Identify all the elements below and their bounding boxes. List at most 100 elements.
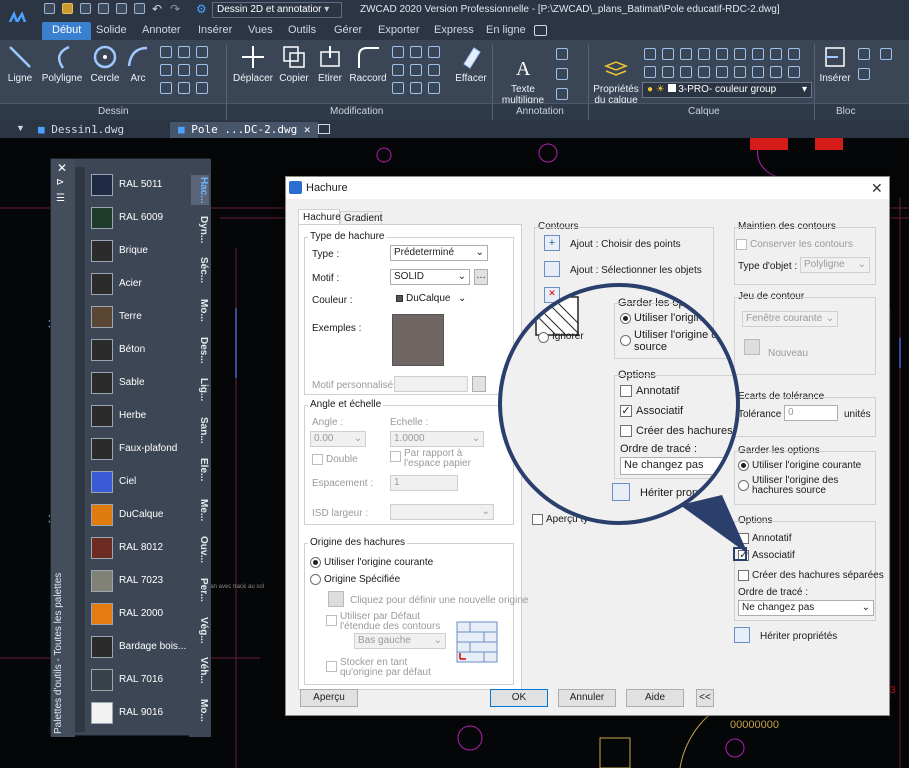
new-tab-icon[interactable] <box>318 124 330 134</box>
select-objects-label[interactable]: Ajout : Sélectionner les objets <box>570 265 702 276</box>
palette-tab[interactable]: Me... <box>191 495 209 525</box>
new-file-icon[interactable] <box>44 3 55 14</box>
boundary-icon[interactable] <box>160 82 172 94</box>
inherit-zoom-icon[interactable] <box>612 483 630 501</box>
undo-icon[interactable]: ↶ <box>152 2 162 16</box>
tab-debut[interactable]: Début <box>42 22 92 40</box>
doc-tab-pole[interactable]: ■ Pole ...DC-2.dwg ✕ <box>170 122 319 138</box>
palette-tab[interactable]: Ouv... <box>191 535 209 565</box>
autohide-icon[interactable]: ⊳ <box>56 177 64 188</box>
layer-tool-icon[interactable] <box>680 66 692 78</box>
new-set-label[interactable]: Nouveau <box>768 348 808 359</box>
inherit-properties-icon[interactable] <box>734 627 750 643</box>
fillet-button[interactable]: Raccord <box>348 44 388 84</box>
tab-gerer[interactable]: Gérer <box>324 22 372 40</box>
save-icon[interactable] <box>80 3 91 14</box>
apercu-checkbox[interactable] <box>532 514 543 525</box>
layer-tool-icon[interactable] <box>644 48 656 60</box>
motif-browse-button[interactable]: … <box>474 269 488 285</box>
echelle-select[interactable]: 1.0000 ⌄ <box>390 431 484 447</box>
separate-hatches-checkbox[interactable] <box>738 570 749 581</box>
explode-icon[interactable] <box>392 82 404 94</box>
ellipse-icon[interactable] <box>160 46 172 58</box>
store-default-checkbox[interactable] <box>326 661 337 672</box>
hatch-preview-swatch[interactable] <box>392 314 444 366</box>
palette-tab[interactable]: Hac... <box>191 175 209 205</box>
ribbon-minimize-icon[interactable] <box>534 25 547 36</box>
table-icon[interactable] <box>556 88 568 100</box>
donut-icon[interactable] <box>178 82 190 94</box>
close-tab-icon[interactable]: ✕ <box>304 123 311 136</box>
dimension-icon[interactable] <box>556 48 568 60</box>
rapport-checkbox[interactable] <box>390 451 401 462</box>
pick-points-label[interactable]: Ajout : Choisir des points <box>570 239 681 250</box>
layer-tool-icon[interactable] <box>716 66 728 78</box>
palette-tab[interactable]: Dyn... <box>191 215 209 245</box>
type-select[interactable]: Prédeterminé ⌄ <box>390 245 488 261</box>
redo-icon[interactable]: ↷ <box>170 2 180 16</box>
separate-zoom-checkbox[interactable] <box>620 425 632 437</box>
annotatif-zoom-checkbox[interactable] <box>620 385 632 397</box>
bas-gauche-select[interactable]: Bas gauche ⌄ <box>354 633 446 649</box>
layer-tool-icon[interactable] <box>770 48 782 60</box>
associatif-zoom-checkbox[interactable]: ✓ <box>620 405 632 417</box>
motif-select[interactable]: SOLID ⌄ <box>390 269 470 285</box>
mirror-icon[interactable] <box>410 46 422 58</box>
polyline-button[interactable]: Polyligne <box>40 44 84 84</box>
palette-tab[interactable]: Mo... <box>191 695 209 725</box>
layer-tool-icon[interactable] <box>716 48 728 60</box>
palette-tab[interactable]: Mo... <box>191 295 209 325</box>
custom-motif-select[interactable] <box>394 376 468 392</box>
copy-button[interactable]: Copier <box>276 44 312 84</box>
layer-tool-icon[interactable] <box>770 66 782 78</box>
properties-icon[interactable]: ☰ <box>56 193 65 204</box>
palette-tab[interactable]: Per... <box>191 575 209 605</box>
more-tools-icon[interactable] <box>880 48 892 60</box>
revcloud-icon[interactable] <box>196 82 208 94</box>
cancel-button[interactable]: Annuler <box>558 689 616 707</box>
scale-icon[interactable] <box>428 46 440 58</box>
tab-outils[interactable]: Outils <box>278 22 326 40</box>
palette-tab[interactable]: Des... <box>191 335 209 365</box>
help-button[interactable]: Aide <box>626 689 684 707</box>
layer-tool-icon[interactable] <box>680 48 692 60</box>
origin-specified-radio[interactable] <box>310 574 321 585</box>
array-icon[interactable] <box>392 64 404 76</box>
offset-icon[interactable] <box>410 82 422 94</box>
tab-annoter[interactable]: Annoter <box>132 22 191 40</box>
hatch-icon[interactable] <box>178 64 190 76</box>
keep-boundary-checkbox[interactable] <box>736 239 747 250</box>
layer-tool-icon[interactable] <box>752 66 764 78</box>
new-set-icon[interactable] <box>744 339 760 355</box>
layer-tool-icon[interactable] <box>788 66 800 78</box>
extend-icon[interactable] <box>428 64 440 76</box>
default-extent-checkbox[interactable] <box>326 615 337 626</box>
tab-express[interactable]: Express <box>424 22 484 40</box>
layer-tool-icon[interactable] <box>644 66 656 78</box>
layer-tool-icon[interactable] <box>788 48 800 60</box>
insert-block-button[interactable]: Insérer <box>818 44 852 84</box>
tolerance-input[interactable]: 0 <box>784 405 838 421</box>
select-objects-icon[interactable] <box>544 261 560 277</box>
draw-order-zoom-select[interactable]: Ne changez pas <box>620 457 736 475</box>
keep-current-zoom-radio[interactable] <box>620 313 631 324</box>
layer-select[interactable]: ● ☀ 3-PRO- couleur group ▾ <box>642 82 812 98</box>
layer-tool-icon[interactable] <box>698 66 710 78</box>
palette-tab[interactable]: Ele... <box>191 455 209 485</box>
keep-source-zoom-radio[interactable] <box>620 335 631 346</box>
layer-tool-icon[interactable] <box>662 66 674 78</box>
rotate-icon[interactable] <box>392 46 404 58</box>
save-as-icon[interactable] <box>98 3 109 14</box>
tab-hachure[interactable]: Hachure <box>298 209 341 225</box>
layer-tool-icon[interactable] <box>734 48 746 60</box>
ok-button[interactable]: OK <box>490 689 548 707</box>
arc-button[interactable]: Arc <box>124 44 152 84</box>
object-type-select[interactable]: Polyligne ⌄ <box>800 257 870 273</box>
couleur-value[interactable]: DuCalque <box>406 293 450 304</box>
boundary-set-select[interactable]: Fenêtre courante ⌄ <box>742 311 838 327</box>
tab-vues[interactable]: Vues <box>238 22 283 40</box>
circle-button[interactable]: Cercle <box>88 44 122 84</box>
create-block-icon[interactable] <box>858 48 870 60</box>
close-icon[interactable]: ✕ <box>871 180 883 197</box>
tab-gradient[interactable]: Gradient <box>340 211 382 225</box>
